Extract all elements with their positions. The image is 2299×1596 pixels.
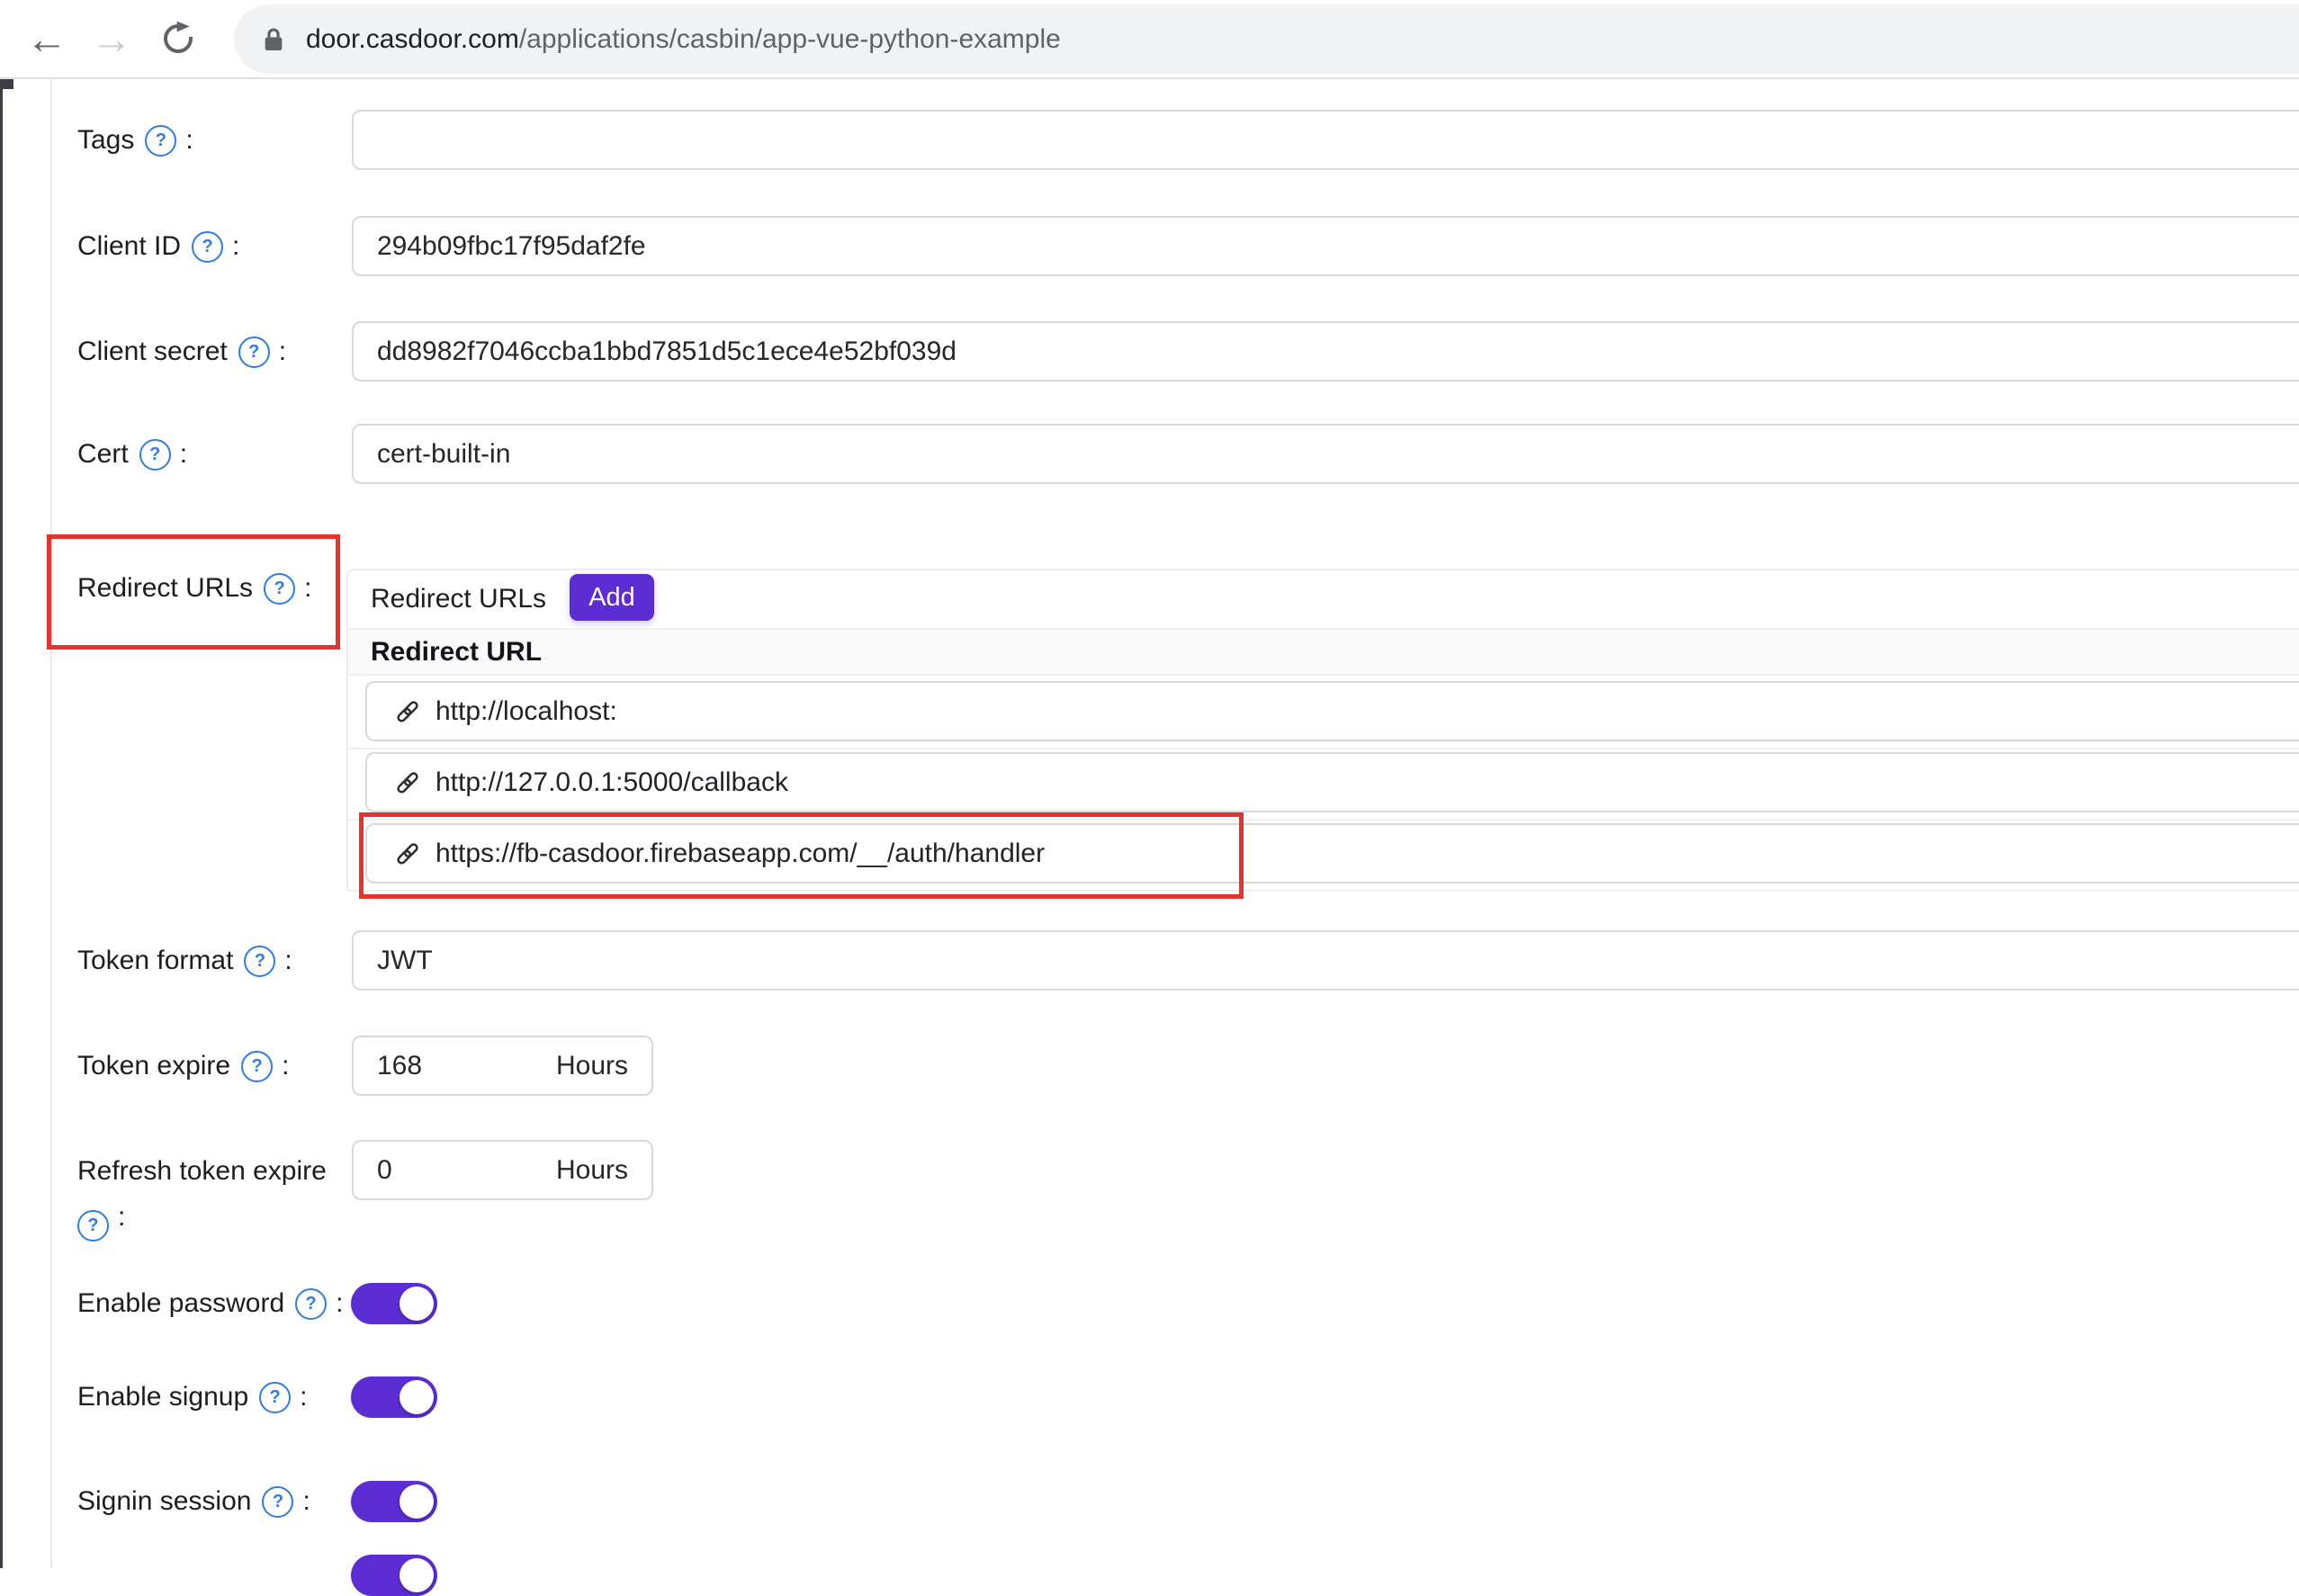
- client-secret-label: Client secret ? :: [77, 330, 286, 373]
- enable-password-toggle[interactable]: [351, 1283, 437, 1324]
- toggle-knob: [400, 1287, 434, 1321]
- address-bar[interactable]: door.casdoor.com/applications/casbin/app…: [234, 4, 2299, 74]
- help-icon[interactable]: ?: [192, 231, 223, 263]
- toggle-knob: [400, 1558, 434, 1592]
- token-expire-label: Token expire ? :: [77, 1045, 289, 1088]
- browser-toolbar: ← → door.casdoor.com/applications/casbin…: [0, 0, 2299, 79]
- redirect-url-input[interactable]: http://localhost:: [365, 681, 2299, 741]
- enable-signup-toggle[interactable]: [351, 1376, 437, 1418]
- help-icon[interactable]: ?: [145, 125, 176, 157]
- help-icon[interactable]: ?: [241, 1051, 273, 1082]
- redirect-url-input[interactable]: http://127.0.0.1:5000/callback: [365, 752, 2299, 812]
- help-icon[interactable]: ?: [295, 1288, 327, 1320]
- left-edge-line: [0, 79, 3, 1568]
- client-id-label: Client ID ? :: [77, 225, 239, 268]
- lock-icon[interactable]: [259, 25, 288, 54]
- token-format-input[interactable]: JWT: [352, 930, 2299, 991]
- table-row-divider: [348, 890, 2299, 892]
- redirect-url-input[interactable]: https://fb-casdoor.firebaseapp.com/__/au…: [365, 823, 2299, 883]
- token-expire-input[interactable]: 168 Hours: [352, 1036, 653, 1096]
- partial-bottom-toggle[interactable]: [351, 1555, 437, 1596]
- reload-icon[interactable]: [149, 0, 207, 77]
- redirect-url-column-header: Redirect URL: [348, 628, 2299, 676]
- signin-session-toggle[interactable]: [351, 1481, 437, 1522]
- content-left-border: [50, 79, 52, 1568]
- cert-label: Cert ? :: [77, 433, 187, 476]
- enable-signup-label: Enable signup ? :: [77, 1376, 308, 1419]
- help-icon[interactable]: ?: [259, 1382, 291, 1413]
- help-icon[interactable]: ?: [77, 1210, 109, 1242]
- token-expire-unit: Hours: [556, 1051, 628, 1081]
- help-icon[interactable]: ?: [262, 1486, 293, 1518]
- client-id-input[interactable]: 294b09fbc17f95daf2fe: [352, 216, 2299, 276]
- link-icon: [394, 840, 421, 867]
- refresh-token-expire-input[interactable]: 0 Hours: [352, 1140, 653, 1200]
- table-row-divider: [348, 819, 2299, 820]
- redirect-urls-table: Redirect URLs Add Redirect URL http://lo…: [346, 569, 2299, 891]
- url-text: door.casdoor.com/applications/casbin/app…: [306, 24, 1061, 55]
- help-icon[interactable]: ?: [238, 336, 270, 368]
- redirect-urls-label: Redirect URLs ? :: [77, 567, 311, 610]
- forward-icon[interactable]: →: [83, 0, 140, 77]
- help-icon[interactable]: ?: [264, 573, 295, 605]
- toggle-knob: [400, 1380, 434, 1414]
- enable-password-label: Enable password ? :: [77, 1282, 344, 1325]
- redirect-urls-table-title: Redirect URLs: [371, 570, 546, 628]
- cert-input[interactable]: cert-built-in: [352, 424, 2299, 484]
- refresh-token-expire-label: Refresh token expire ?:: [77, 1148, 347, 1242]
- token-format-label: Token format ? :: [77, 939, 292, 982]
- url-domain: door.casdoor.com: [306, 24, 519, 54]
- link-icon: [394, 698, 421, 725]
- url-path: /applications/casbin/app-vue-python-exam…: [519, 24, 1061, 54]
- help-icon[interactable]: ?: [139, 439, 171, 471]
- tags-label: Tags ? :: [77, 119, 193, 162]
- help-icon[interactable]: ?: [244, 946, 275, 977]
- add-redirect-url-button[interactable]: Add: [570, 574, 654, 621]
- table-row-divider: [348, 748, 2299, 749]
- refresh-token-expire-unit: Hours: [556, 1155, 628, 1186]
- toggle-knob: [400, 1484, 434, 1519]
- back-icon[interactable]: ←: [18, 0, 76, 77]
- left-edge-notch: [3, 79, 13, 89]
- client-secret-input[interactable]: dd8982f7046ccba1bbd7851d5c1ece4e52bf039d: [352, 321, 2299, 381]
- tags-input[interactable]: [352, 110, 2299, 170]
- signin-session-label: Signin session ? :: [77, 1480, 310, 1523]
- link-icon: [394, 769, 421, 796]
